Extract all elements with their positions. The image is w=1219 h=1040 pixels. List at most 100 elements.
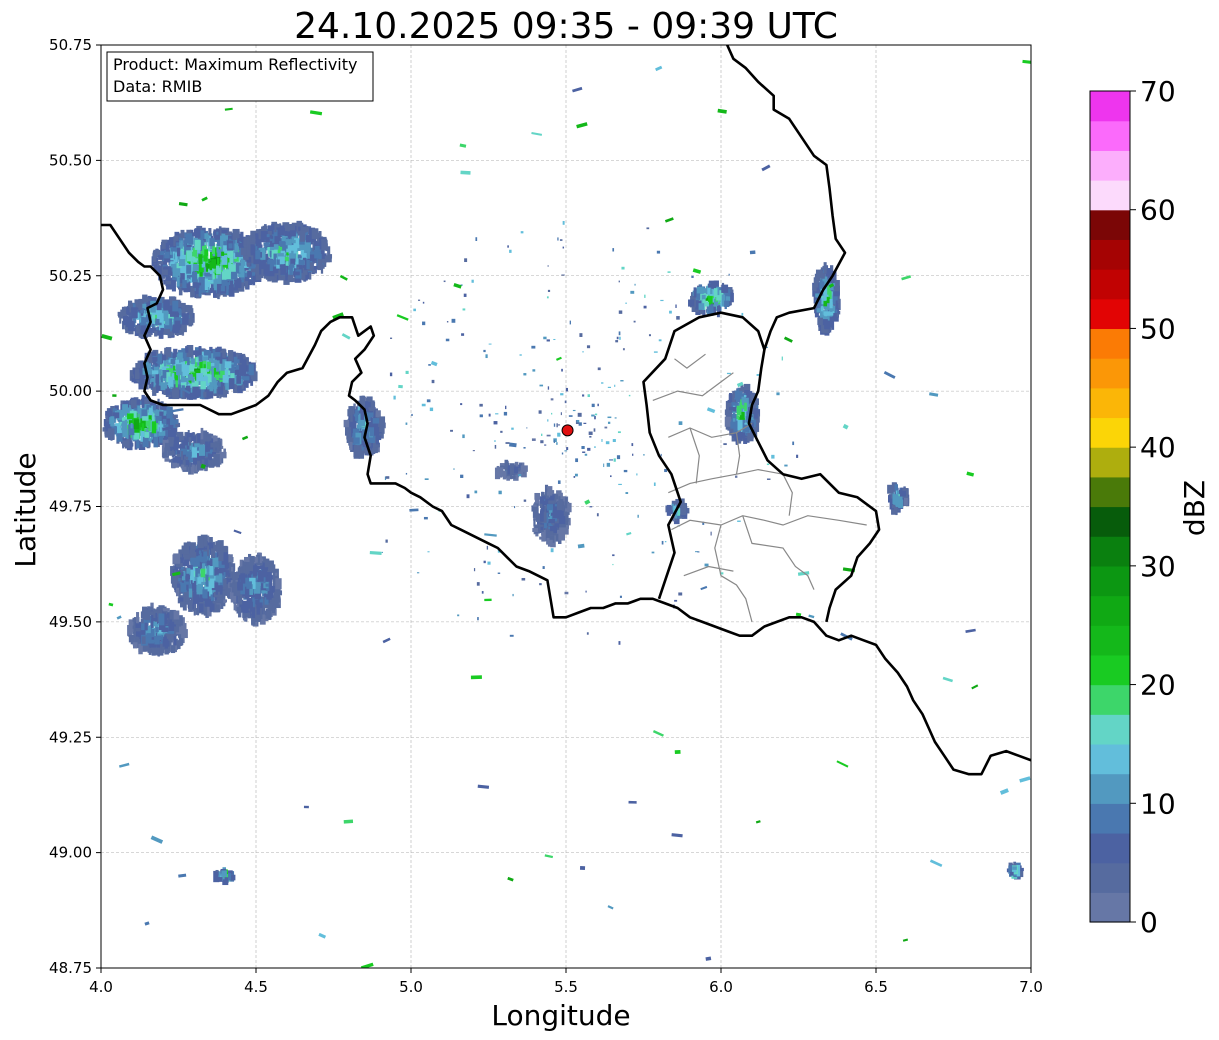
- echo-cell: [239, 265, 245, 273]
- echo-cell: [155, 415, 162, 421]
- echo-cell: [324, 255, 332, 263]
- echo-cell: [172, 387, 179, 400]
- echo-cell: [554, 523, 560, 528]
- echo-cell: [138, 298, 143, 311]
- echo-cell: [181, 629, 188, 639]
- echo-cell: [206, 361, 211, 370]
- echo-cell: [894, 484, 898, 491]
- echo-cell: [255, 234, 259, 247]
- echo-cell: [183, 595, 186, 606]
- echo-cell: [230, 566, 234, 572]
- echo-cell: [255, 556, 258, 563]
- echo-cell: [261, 269, 264, 279]
- echo-cell: [732, 413, 736, 419]
- echo-cell: [178, 640, 181, 646]
- echo-cell: [1009, 871, 1014, 876]
- echo-cell: [185, 577, 189, 582]
- echo-cell: [172, 276, 176, 280]
- echo-cell: [249, 555, 255, 563]
- echo-cell: [200, 381, 206, 390]
- echo-cell: [228, 350, 234, 362]
- echo-cell: [265, 583, 270, 587]
- echo-cell: [539, 536, 543, 540]
- echo-cell: [299, 230, 306, 242]
- echo-cell: [275, 578, 282, 590]
- echo-cell: [183, 288, 188, 293]
- echo-cell: [222, 590, 228, 596]
- echo-cell: [239, 355, 244, 364]
- echo-cell: [209, 603, 215, 611]
- echo-cell: [260, 607, 263, 620]
- echo-cell: [312, 269, 316, 273]
- echo-cell: [216, 231, 219, 235]
- echo-cell: [240, 231, 244, 243]
- clutter-cell: [578, 422, 582, 426]
- echo-cell: [822, 265, 828, 269]
- echo-cell: [180, 387, 183, 398]
- echo-cell: [209, 238, 215, 247]
- echo-cell: [133, 419, 140, 430]
- echo-cell: [232, 572, 236, 583]
- echo-cell: [736, 405, 742, 416]
- echo-cell: [175, 620, 183, 625]
- echo-cell: [181, 308, 186, 313]
- echo-cell: [161, 627, 169, 632]
- echo-cell: [216, 541, 219, 551]
- echo-cell: [205, 574, 209, 587]
- echo-cell: [198, 444, 206, 456]
- echo-cell: [221, 230, 228, 234]
- echo-cell: [221, 251, 225, 256]
- echo-cell: [216, 247, 219, 253]
- echo-cell: [751, 414, 754, 421]
- echo-cell: [221, 280, 228, 286]
- echo-cell: [214, 374, 221, 379]
- echo-cell: [162, 418, 167, 425]
- echo-cell: [203, 255, 208, 262]
- echo-cell: [353, 403, 356, 407]
- echo-cell: [264, 558, 270, 568]
- echo-cell: [153, 436, 159, 448]
- echo-cell: [268, 259, 273, 263]
- echo-cell: [735, 393, 741, 403]
- echo-cell: [240, 247, 247, 256]
- echo-cell: [251, 237, 255, 242]
- echo-cell: [197, 536, 204, 549]
- echo-cell: [132, 617, 136, 622]
- echo-cell: [223, 578, 227, 590]
- echo-cell: [354, 437, 360, 444]
- echo-cell: [153, 608, 156, 619]
- echo-cell: [246, 597, 253, 608]
- clutter-cell: [547, 386, 550, 390]
- echo-cell: [823, 292, 827, 301]
- echo-cell: [164, 447, 168, 458]
- echo-cell: [173, 553, 181, 564]
- echo-cell: [238, 609, 242, 618]
- echo-cell: [135, 325, 140, 334]
- echo-cell: [130, 422, 133, 429]
- echo-cell: [188, 588, 193, 598]
- echo-cell: [899, 490, 906, 497]
- echo-cell: [721, 284, 729, 293]
- echo-cell: [521, 462, 525, 472]
- echo-cell: [140, 611, 144, 619]
- echo-cell: [239, 364, 247, 376]
- echo-cell: [198, 346, 202, 354]
- echo-cell: [134, 368, 140, 380]
- echo-cell: [130, 399, 137, 409]
- echo-cell: [199, 603, 204, 613]
- echo-cell: [195, 608, 198, 615]
- echo-cell: [161, 242, 165, 249]
- echo-cell: [209, 287, 215, 293]
- echo-cell: [289, 230, 296, 237]
- echo-cell: [217, 386, 224, 395]
- echo-cell: [178, 634, 181, 638]
- echo-cell: [346, 430, 350, 436]
- echo-cell: [235, 252, 242, 258]
- echo-cell: [173, 577, 178, 589]
- echo-cell: [126, 307, 130, 315]
- echo-cell: [154, 636, 160, 645]
- echo-cell: [135, 627, 141, 632]
- echo-cell: [291, 239, 296, 244]
- echo-cell: [164, 458, 170, 462]
- echo-cell: [190, 358, 196, 364]
